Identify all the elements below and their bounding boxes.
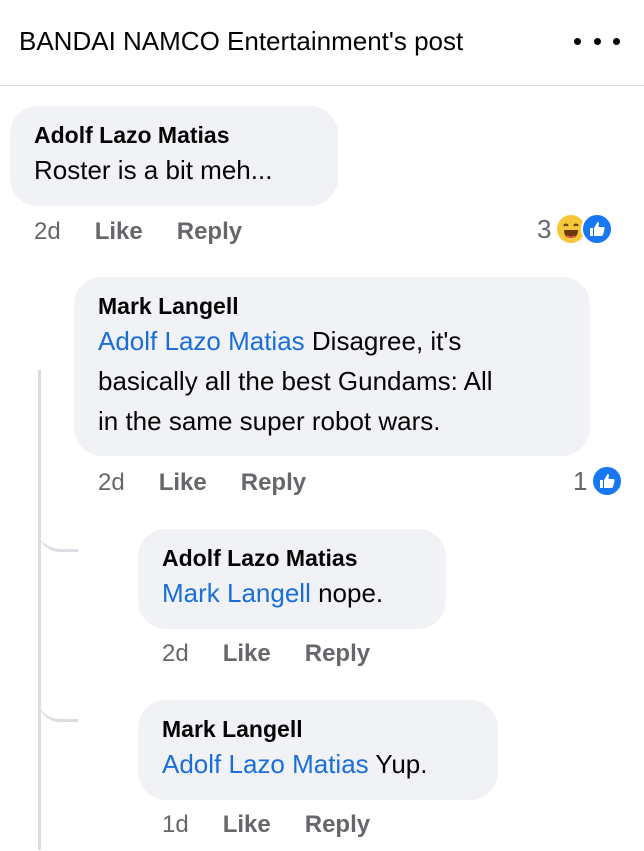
- mention-link[interactable]: Adolf Lazo Matias: [98, 326, 305, 356]
- comment-timestamp[interactable]: 2d: [162, 639, 189, 669]
- reply-button[interactable]: Reply: [241, 468, 306, 498]
- comment-text-body: nope.: [310, 578, 384, 608]
- thread-connector: [38, 520, 78, 552]
- comment-actions: 2d Like Reply: [98, 468, 306, 498]
- comment-text: Roster is a bit meh...: [34, 155, 273, 185]
- comment-bubble: Mark Langell Adolf Lazo Matias Disagree,…: [74, 277, 590, 456]
- comment-author[interactable]: Adolf Lazo Matias: [162, 543, 422, 573]
- like-button[interactable]: Like: [223, 639, 271, 669]
- comment-author[interactable]: Mark Langell: [98, 291, 566, 321]
- comment-actions: 2d Like Reply: [162, 639, 370, 669]
- comment-timestamp[interactable]: 2d: [34, 217, 61, 247]
- comment-text: Adolf Lazo Matias Disagree, it's: [98, 321, 566, 361]
- reply-button[interactable]: Reply: [305, 639, 370, 669]
- reaction-summary[interactable]: 1: [573, 465, 624, 497]
- comment-text-line: in the same super robot wars.: [98, 406, 441, 436]
- comment-text: Adolf Lazo Matias Yup.: [162, 744, 474, 784]
- comment-actions: 1d Like Reply: [162, 810, 370, 840]
- reaction-count: 3: [537, 214, 552, 244]
- comment-actions: 2d Like Reply: [34, 217, 242, 247]
- comment-text: Mark Langell nope.: [162, 573, 422, 613]
- comment-author[interactable]: Adolf Lazo Matias: [34, 120, 314, 150]
- comment-text-line: Disagree, it's: [304, 326, 462, 356]
- comment-bubble: Adolf Lazo Matias Mark Langell nope.: [138, 529, 446, 629]
- post-header: BANDAI NAMCO Entertainment's post: [0, 0, 644, 86]
- comment-timestamp[interactable]: 1d: [162, 810, 189, 840]
- mention-link[interactable]: Mark Langell: [162, 578, 311, 608]
- thread-connector: [38, 690, 78, 722]
- reaction-count: 1: [573, 466, 588, 496]
- comment-bubble: Adolf Lazo Matias Roster is a bit meh...: [10, 106, 338, 206]
- comment-bubble: Mark Langell Adolf Lazo Matias Yup.: [138, 700, 498, 800]
- comment-text-line: basically all the best Gundams: All: [98, 366, 493, 396]
- thread-line: [38, 370, 41, 850]
- page-title: BANDAI NAMCO Entertainment's post: [19, 26, 464, 56]
- more-dot-icon: [613, 37, 620, 45]
- comment-author[interactable]: Mark Langell: [162, 714, 474, 744]
- mention-link[interactable]: Adolf Lazo Matias: [162, 749, 369, 779]
- like-icon: [591, 465, 624, 497]
- like-button[interactable]: Like: [159, 468, 207, 498]
- more-dot-icon: [574, 37, 581, 45]
- more-options-button[interactable]: [574, 28, 620, 54]
- reply-button[interactable]: Reply: [305, 810, 370, 840]
- reaction-summary[interactable]: 3: [537, 213, 614, 245]
- like-button[interactable]: Like: [95, 217, 143, 247]
- like-button[interactable]: Like: [223, 810, 271, 840]
- reply-button[interactable]: Reply: [177, 217, 242, 247]
- comment-timestamp[interactable]: 2d: [98, 468, 125, 498]
- comment-text-body: Yup.: [368, 749, 428, 779]
- like-icon: [581, 213, 614, 245]
- more-dot-icon: [593, 37, 601, 45]
